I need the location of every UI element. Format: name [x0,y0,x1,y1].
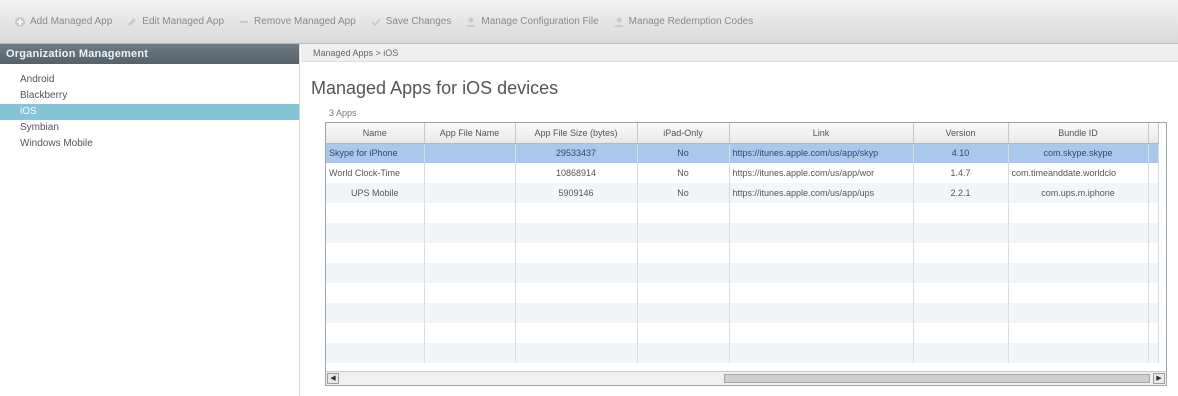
table-row[interactable]: World Clock-Time 10868914 No https://itu… [326,163,1159,183]
add-managed-app-button[interactable]: Add Managed App [14,16,112,28]
cell-link: https://itunes.apple.com/us/app/ups [729,183,914,203]
add-managed-app-label: Add Managed App [30,16,113,27]
scroll-right-arrow-icon[interactable]: ▶ [1153,373,1165,384]
cell-size: 10868914 [515,163,638,183]
save-changes-label: Save Changes [385,16,452,27]
toolbar: Add Managed App Edit Managed App Remove … [0,0,1178,44]
empty-row [326,343,1159,363]
cell-bundle-id: com.skype.skype [1008,143,1149,163]
apps-table: Name App File Name App File Size (bytes)… [326,123,1159,363]
cell-file-name [424,163,516,183]
cell-name: UPS Mobile [326,183,425,203]
table-header-row: Name App File Name App File Size (bytes)… [326,123,1159,144]
column-header-link[interactable]: Link [729,123,914,144]
manage-configuration-file-label: Manage Configuration File [481,16,599,27]
remove-managed-app-label: Remove Managed App [254,16,356,27]
scrollbar-thumb[interactable] [724,374,1150,383]
sidebar-item-windows-mobile[interactable]: Windows Mobile [0,136,299,152]
column-header-bundle-id[interactable]: Bundle ID [1008,123,1149,144]
sidebar-list: Android Blackberry iOS Symbian Windows M… [0,64,299,152]
column-header-version[interactable]: Version [913,123,1009,144]
table-row[interactable]: UPS Mobile 5909146 No https://itunes.app… [326,183,1159,203]
app-count: 3 Apps [329,108,357,118]
cell-name: Skype for iPhone [326,143,425,163]
cell-extra [1148,183,1159,203]
cell-link: https://itunes.apple.com/us/app/skyp [729,143,914,163]
edit-managed-app-button[interactable]: Edit Managed App [126,16,224,28]
cell-file-name [424,183,516,203]
cell-link: https://itunes.apple.com/us/app/wor [729,163,914,183]
page-title: Managed Apps for iOS devices [311,78,559,98]
cell-extra [1148,163,1159,183]
sidebar-item-blackberry[interactable]: Blackberry [0,88,299,104]
person-icon [613,16,625,28]
empty-row [326,303,1159,323]
breadcrumb: Managed Apps > iOS [301,44,1178,62]
horizontal-scrollbar[interactable]: ◀ ▶ [326,371,1166,385]
column-header-ipad-only[interactable]: iPad-Only [637,123,730,144]
sidebar-item-ios[interactable]: iOS [0,104,299,120]
empty-row [326,263,1159,283]
empty-row [326,283,1159,303]
scroll-left-arrow-icon[interactable]: ◀ [327,373,339,384]
sidebar: Organization Management Android Blackber… [0,44,300,396]
cell-size: 29533437 [515,143,638,163]
cell-bundle-id: com.timeanddate.worldclo [1008,163,1149,183]
check-icon [370,16,382,28]
cell-file-name [424,143,516,163]
cell-bundle-id: com.ups.m.iphone [1008,183,1149,203]
table-row[interactable]: Skype for iPhone 29533437 No https://itu… [326,143,1159,163]
sidebar-item-android[interactable]: Android [0,72,299,88]
remove-managed-app-button[interactable]: Remove Managed App [238,16,356,28]
cell-ipad-only: No [637,143,730,163]
empty-row [326,203,1159,223]
cell-ipad-only: No [637,183,730,203]
sidebar-item-symbian[interactable]: Symbian [0,120,299,136]
cell-version: 2.2.1 [913,183,1009,203]
save-changes-button[interactable]: Save Changes [370,16,452,28]
cell-ipad-only: No [637,163,730,183]
manage-redemption-codes-label: Manage Redemption Codes [628,16,754,27]
empty-row [326,223,1159,243]
cell-version: 1.4.7 [913,163,1009,183]
managed-apps-grid[interactable]: Name App File Name App File Size (bytes)… [325,122,1167,386]
manage-configuration-file-button[interactable]: Manage Configuration File [465,16,599,28]
cell-size: 5909146 [515,183,638,203]
edit-managed-app-label: Edit Managed App [142,16,225,27]
column-header-name[interactable]: Name [326,123,425,144]
main-panel: Managed Apps > iOS Managed Apps for iOS … [301,44,1178,396]
empty-row [326,243,1159,263]
minus-icon [238,16,250,28]
cell-extra [1148,143,1159,163]
cell-name: World Clock-Time [326,163,425,183]
cell-version: 4.10 [913,143,1009,163]
column-header-app-file-name[interactable]: App File Name [424,123,516,144]
plus-icon [14,16,26,28]
manage-redemption-codes-button[interactable]: Manage Redemption Codes [613,16,754,28]
column-header-app-file-size[interactable]: App File Size (bytes) [515,123,638,144]
pencil-icon [126,16,138,28]
column-header-extra [1148,123,1159,144]
sidebar-header: Organization Management [0,44,299,64]
person-icon [465,16,477,28]
empty-row [326,323,1159,343]
